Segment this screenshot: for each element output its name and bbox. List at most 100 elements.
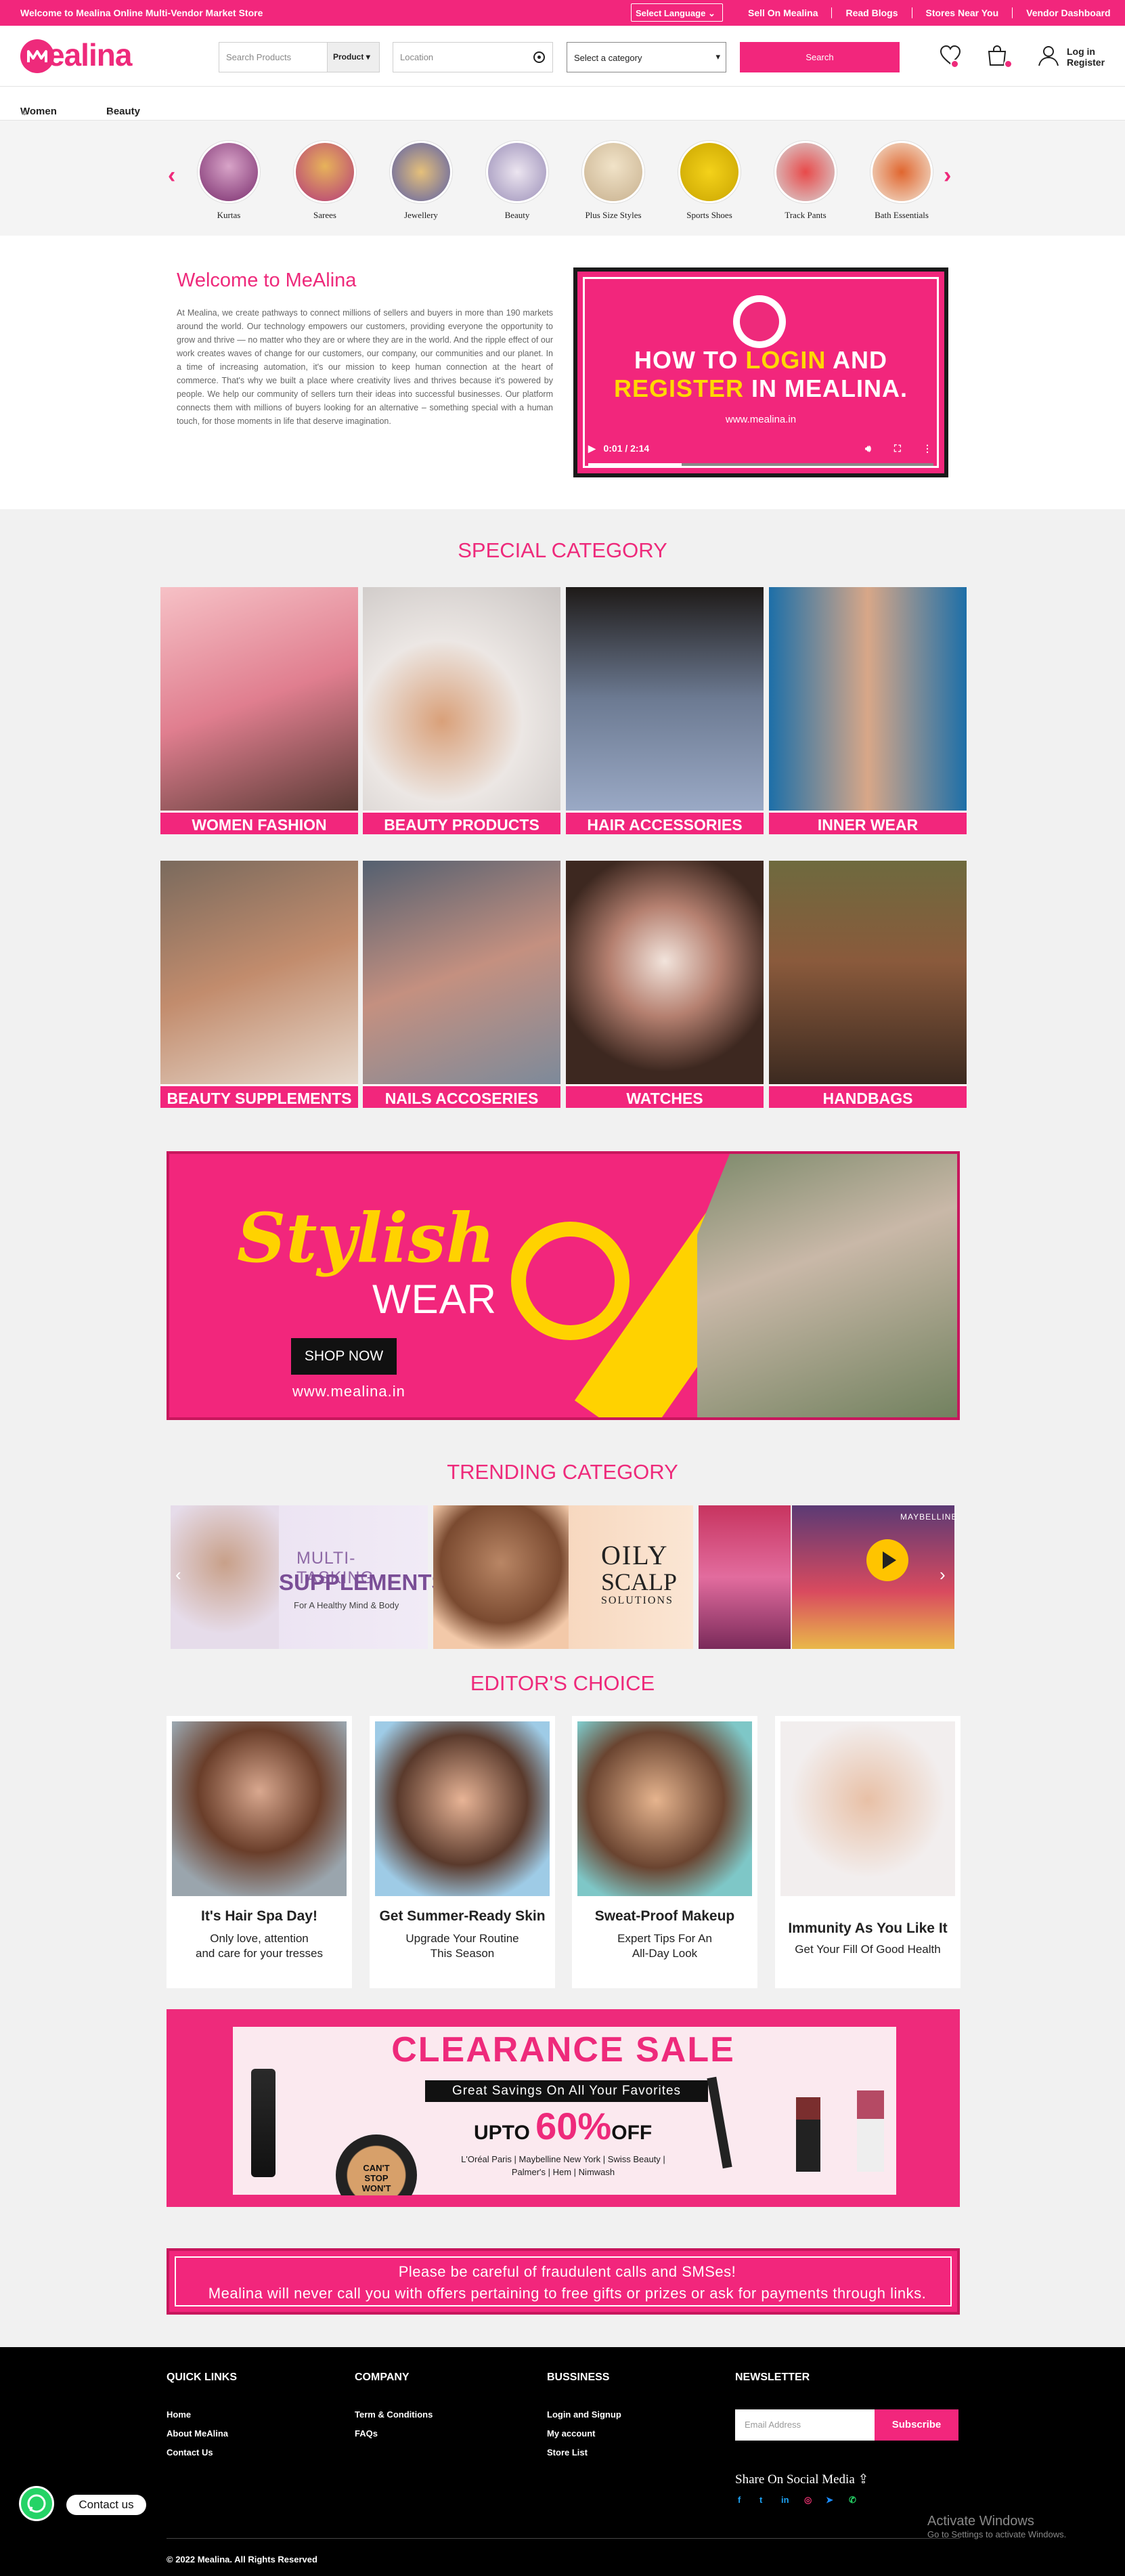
category-item-kurtas[interactable]: Kurtas <box>195 141 263 221</box>
share-label: Share On Social Media <box>735 2472 855 2487</box>
search-button[interactable]: Search <box>740 42 900 72</box>
category-item-plus-size[interactable]: Plus Size Styles <box>579 141 647 221</box>
banner-url: www.mealina.in <box>292 1383 405 1400</box>
subscribe-button[interactable]: Subscribe <box>875 2409 958 2441</box>
category-select[interactable]: Select a category ▾ <box>567 42 726 72</box>
trending-prev-icon[interactable]: ‹ <box>175 1564 181 1585</box>
user-icon[interactable] <box>1036 43 1061 68</box>
trending-maybelline[interactable]: MAYBELLINE <box>792 1505 956 1649</box>
search-input[interactable]: Search Products <box>219 42 327 72</box>
footer-link-account[interactable]: My account <box>547 2428 596 2439</box>
linkedin-icon[interactable]: in <box>781 2495 789 2505</box>
locate-icon[interactable] <box>533 51 545 63</box>
product-select-label: Product <box>333 52 364 62</box>
category-item-sports-shoes[interactable]: Sports Shoes <box>676 141 743 221</box>
language-select[interactable]: Select Language ⌄ <box>631 3 723 22</box>
clearance-sale-banner[interactable]: CLEARANCE SALE Great Savings On All Your… <box>167 2009 960 2207</box>
volume-icon[interactable]: 🔊︎ <box>865 443 871 454</box>
category-item-track-pants[interactable]: Track Pants <box>772 141 839 221</box>
carousel-prev-icon[interactable]: ‹ <box>168 163 175 189</box>
trend-text: SUPPLEMENTS <box>279 1570 447 1595</box>
footer-newsletter-heading: NEWSLETTER <box>735 2371 810 2383</box>
top-bar: Welcome to Mealina Online Multi-Vendor M… <box>0 0 1125 26</box>
more-options-icon[interactable]: ⋮ <box>923 443 932 454</box>
category-item-bath-essentials[interactable]: Bath Essentials <box>868 141 935 221</box>
login-register-link[interactable]: Log in Register <box>1067 46 1105 68</box>
shop-now-button[interactable]: SHOP NOW <box>291 1338 397 1375</box>
tile-watches[interactable]: WATCHES <box>566 861 764 1108</box>
oily-scalp-photo <box>433 1505 569 1649</box>
footer-quick-links-heading: QUICK LINKS <box>167 2371 237 2383</box>
top-links: Sell On Mealina Read Blogs Stores Near Y… <box>734 7 1124 18</box>
tile-label: NAILS ACCOSERIES <box>363 1084 560 1108</box>
trending-lipstick[interactable] <box>699 1505 791 1649</box>
sell-link[interactable]: Sell On Mealina <box>734 7 831 18</box>
play-icon[interactable] <box>866 1539 908 1581</box>
footer-link-contact[interactable]: Contact Us <box>167 2447 213 2457</box>
tile-beauty-products[interactable]: BEAUTY PRODUCTS <box>363 587 560 834</box>
category-item-sarees[interactable]: Sarees <box>291 141 359 221</box>
whatsapp-icon[interactable] <box>19 2486 54 2521</box>
tile-women-fashion[interactable]: WOMEN FASHION <box>160 587 358 834</box>
banner-stylish-text: Stylish <box>237 1198 495 1278</box>
category-label: Plus Size Styles <box>585 210 642 220</box>
card-heading: Immunity As You Like It <box>788 1920 948 1936</box>
trending-oily-scalp[interactable]: OILY SCALP SOLUTIONS <box>433 1505 693 1649</box>
percent-text: 60% <box>535 2105 612 2147</box>
tile-handbags[interactable]: HANDBAGS <box>769 861 967 1108</box>
footer-link-home[interactable]: Home <box>167 2409 191 2420</box>
newsletter-email-input[interactable]: Email Address <box>735 2409 875 2441</box>
card-text: This Season <box>430 1947 495 1960</box>
tile-hair-accessories[interactable]: HAIR ACCESSORIES <box>566 587 764 834</box>
wishlist-badge <box>950 60 959 68</box>
stylish-wear-banner[interactable]: Stylish WEAR SHOP NOW www.mealina.in <box>167 1151 960 1420</box>
facebook-icon[interactable]: f <box>738 2495 741 2505</box>
fullscreen-icon[interactable]: ⛶ <box>894 443 901 454</box>
footer-link-about[interactable]: About MeAlina <box>167 2428 228 2439</box>
video-title-part: AND <box>826 346 887 374</box>
play-icon[interactable]: ▶ <box>588 443 596 454</box>
compact-label: CAN'T STOP WON'T STOP <box>361 2163 391 2204</box>
footer-link-terms[interactable]: Term & Conditions <box>355 2409 433 2420</box>
category-select-label: Select a category <box>574 53 642 63</box>
editors-choice-title: EDITOR'S CHOICE <box>470 1671 655 1695</box>
footer-link-login[interactable]: Login and Signup <box>547 2409 621 2420</box>
bath-essentials-image <box>870 141 933 203</box>
beauty-supplements-image <box>160 861 358 1084</box>
instagram-icon[interactable]: ◎ <box>804 2495 812 2506</box>
telegram-icon[interactable]: ➤ <box>826 2495 833 2506</box>
twitter-icon[interactable]: t <box>759 2495 762 2505</box>
editor-card-sweat-proof[interactable]: Sweat-Proof Makeup Expert Tips For An Al… <box>572 1716 757 1988</box>
footer-link-store-list[interactable]: Store List <box>547 2447 588 2457</box>
vendor-dashboard-link[interactable]: Vendor Dashboard <box>1012 7 1124 18</box>
handbags-image <box>769 861 967 1084</box>
windows-activation-watermark: Activate Windows Go to Settings to activ… <box>927 2514 1066 2539</box>
category-item-jewellery[interactable]: Jewellery <box>387 141 455 221</box>
location-input[interactable]: Location <box>393 42 553 72</box>
category-label: Sarees <box>313 210 336 220</box>
women-fashion-image <box>160 587 358 811</box>
whatsapp-small-icon[interactable]: ✆ <box>849 2495 856 2506</box>
trending-supplements[interactable]: MULTI-TASKING SUPPLEMENTS For A Healthy … <box>171 1505 447 1649</box>
carousel-next-icon[interactable]: › <box>944 163 951 189</box>
blogs-link[interactable]: Read Blogs <box>831 7 911 18</box>
footer-link-faqs[interactable]: FAQs <box>355 2428 378 2439</box>
tile-nails-accessories[interactable]: NAILS ACCOSERIES <box>363 861 560 1108</box>
product-select[interactable]: Product ▾ <box>327 42 380 72</box>
trending-category-title: TRENDING CATEGORY <box>447 1460 678 1484</box>
contact-us-chip[interactable]: Contact us <box>66 2495 146 2515</box>
editor-card-immunity[interactable]: Immunity As You Like It Get Your Fill Of… <box>775 1716 961 1988</box>
trending-next-icon[interactable]: › <box>940 1564 946 1585</box>
editor-card-hair-spa[interactable]: It's Hair Spa Day! Only love, attention … <box>167 1716 352 1988</box>
card-text: Expert Tips For An <box>617 1932 712 1945</box>
category-item-beauty[interactable]: Beauty <box>483 141 551 221</box>
tile-beauty-supplements[interactable]: BEAUTY SUPPLEMENTS <box>160 861 358 1108</box>
stores-link[interactable]: Stores Near You <box>911 7 1013 18</box>
video-player[interactable]: HOW TO LOGIN AND REGISTER IN MEALINA. ww… <box>573 267 948 477</box>
tile-inner-wear[interactable]: INNER WEAR <box>769 587 967 834</box>
cart-badge <box>1004 60 1013 68</box>
editor-card-summer-skin[interactable]: Get Summer-Ready Skin Upgrade Your Routi… <box>370 1716 555 1988</box>
video-progress-bar[interactable] <box>588 463 933 466</box>
footer-business-heading: BUSSINESS <box>547 2371 610 2383</box>
logo-text[interactable]: ealina <box>47 37 132 73</box>
